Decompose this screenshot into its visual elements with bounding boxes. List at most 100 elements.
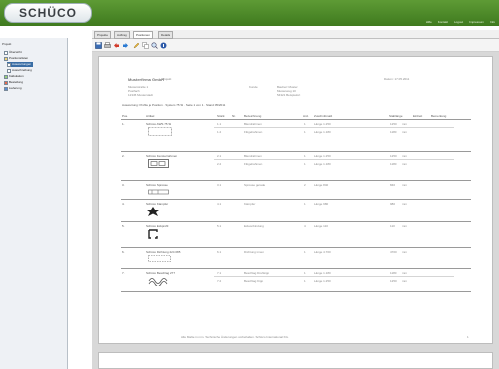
document-icon [7,68,11,73]
sidebar-item[interactable]: Lieferung [4,86,22,91]
line-description: Blendrahmen [244,154,262,158]
header-link-info[interactable]: Info [490,20,495,24]
header-rule [121,119,471,120]
app-header: SCHÜCO Hilfe Kontakt Logout Impressum In… [0,0,499,26]
tab-auftrag[interactable]: Auftrag [114,31,130,39]
tab-positionen[interactable]: Positionen [133,31,154,39]
col-article: Artikel [146,114,155,118]
row-divider [121,199,471,200]
tab-details[interactable]: Details [158,31,174,39]
position-number: 5. [122,224,125,228]
redo-icon[interactable] [122,42,129,49]
customer-line-3: 54321 Beispielort [277,93,301,97]
project-sidebar: Projekt Übersicht Positionslisten Auswertu… [0,38,68,369]
sidebar-item[interactable]: Positionslisten [4,56,28,61]
save-icon[interactable] [95,42,102,49]
print-icon[interactable] [104,42,111,49]
zoom-icon[interactable] [151,42,158,49]
sidebar-item-label: Übersicht [9,50,22,54]
article-name: Schüco AWS 75 SI [146,122,172,126]
copy-icon[interactable] [142,42,149,49]
line-description: Dichtung innen [244,250,265,254]
report-page: Musterfirma GmbH Projekt Musterstraße 1 … [98,56,493,344]
line-length: 110 [390,224,395,228]
customer-label: Kunde [249,85,258,89]
line-unit: mm [402,130,407,134]
profile-wave-icon [148,278,168,286]
col-count: Anz. [303,114,310,118]
article-name: Schüco Dichtung 224 085 [146,250,181,254]
header-link-help[interactable]: Hilfe [426,20,432,24]
header-link-imprint[interactable]: Impressum [469,20,484,24]
col-qty: Stück [217,114,225,118]
line-number: 5.1 [217,224,222,228]
position-number: 7. [122,271,125,275]
line-cut-size: Länge 840 [314,183,329,187]
line-description: Flügelrahmen [244,162,263,166]
report-date: Datum: 17.05.2011 [384,77,410,81]
sidebar-item[interactable]: Ausschreibung [7,68,32,73]
line-cut-size: Länge 1.250 [314,279,331,283]
line-number: 7.2 [217,279,222,283]
sidebar-item[interactable]: Auswertungen [7,62,34,67]
sidebar-item-label: Kalkulation [9,74,24,78]
col-length: Stablänge [389,114,403,118]
line-cut-size: Länge 1.250 [314,154,331,158]
line-count: 1 [304,279,306,283]
line-number: 4.1 [217,202,222,206]
line-divider [214,127,454,128]
line-count: 4 [304,224,306,228]
row-divider [121,291,471,292]
edit-icon[interactable] [133,42,140,49]
line-cut-size: Länge 980 [314,202,329,206]
line-cut-size: Länge 110 [314,224,328,228]
col-remark: Bemerkung [431,114,447,118]
line-unit: mm [402,154,407,158]
sidebar-item[interactable]: Übersicht [4,50,22,55]
tab-projekte[interactable]: Projekte [94,31,112,39]
article-name: Schüco Beschlag 277 [146,271,176,275]
sidebar-item-label: Positionslisten [9,56,29,60]
profile-box-icon [148,159,169,168]
line-description: Eckverbindung [244,224,264,228]
position-number: 3. [122,183,125,187]
sidebar-item[interactable]: Kalkulation [4,74,24,79]
document-viewer[interactable]: Musterfirma GmbH Projekt Musterstraße 1 … [92,52,499,369]
line-unit: mm [402,271,407,275]
line-count: 1 [304,130,306,134]
help-icon[interactable] [160,42,167,49]
profile-frame-icon [148,127,172,136]
report-page-2 [98,352,493,369]
truck-icon [4,86,8,91]
header-link-logout[interactable]: Logout [454,20,463,24]
col-unit: Einheit [413,114,423,118]
line-description: Flügelrahmen [244,130,263,134]
row-divider [121,151,471,152]
line-description: Beschlag Drehkipp [244,271,270,275]
line-unit: mm [402,183,407,187]
line-divider [214,159,454,160]
overview-icon [4,50,8,55]
header-links: Hilfe Kontakt Logout Impressum Info [426,20,495,24]
line-number: 3.1 [217,183,222,187]
schueco-logo[interactable]: SCHÜCO [4,3,92,23]
report-icon [7,62,11,67]
sidebar-item-label: Auswertungen [12,62,32,66]
line-unit: mm [402,250,407,254]
line-count: 1 [304,202,306,206]
position-number: 1. [122,122,125,126]
header-link-contact[interactable]: Kontakt [438,20,448,24]
line-unit: mm [402,224,407,228]
line-cut-size: Länge 1.180 [314,271,331,275]
col-cut: Zuschnittmaß [314,114,333,118]
line-number: 2.2 [217,162,222,166]
undo-icon[interactable] [113,42,120,49]
line-number: 7.1 [217,271,222,275]
line-cut-size: Länge 4.700 [314,250,331,254]
article-name: Schüco Sprosse [146,183,168,187]
line-count: 1 [304,162,306,166]
sidebar-item[interactable]: Bestellung [4,80,23,85]
col-pos: Pos. [122,114,129,118]
position-number: 4. [122,202,125,206]
line-cut-size: Länge 1.180 [314,130,331,134]
